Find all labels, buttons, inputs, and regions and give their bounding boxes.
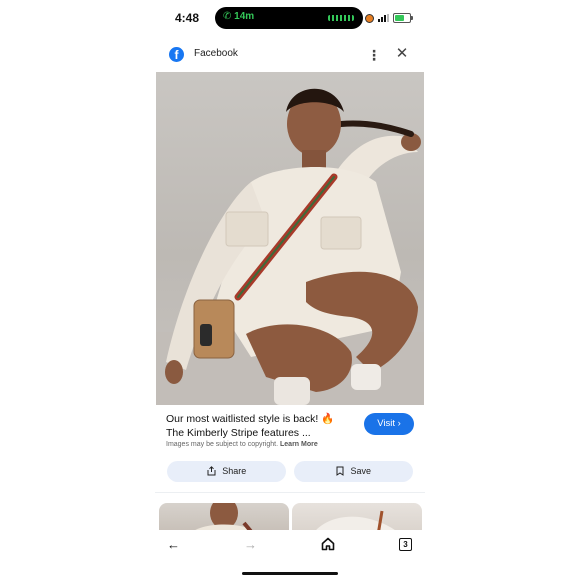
bottom-navigation: ← → 3	[155, 530, 425, 580]
copyright-note: Images may be subject to copyright. Lear…	[166, 441, 318, 448]
post-caption: Our most waitlisted style is back! 🔥 The…	[166, 412, 351, 440]
caption-line-1: Our most waitlisted style is back! 🔥	[166, 413, 335, 425]
share-button[interactable]: Share	[167, 461, 286, 482]
phone-screen: 4:48 ✆ 14m f Facebook ⋮ ✕ Our most waitl…	[155, 0, 425, 580]
caption-line-2[interactable]: The Kimberly Stripe features ...	[166, 426, 351, 440]
learn-more-link[interactable]: Learn More	[280, 441, 318, 448]
home-indicator[interactable]	[242, 572, 338, 575]
section-divider	[155, 492, 425, 493]
visit-button[interactable]: Visit ›	[364, 413, 414, 435]
call-indicator: ✆ 14m	[223, 11, 254, 22]
save-label: Save	[350, 466, 372, 476]
phone-icon: ✆	[223, 11, 232, 22]
dynamic-island[interactable]: ✆ 14m	[215, 7, 363, 29]
recording-indicator-icon	[365, 13, 374, 23]
share-label: Share	[222, 466, 247, 476]
more-vertical-icon[interactable]: ⋮	[367, 47, 381, 63]
copyright-text: Images may be subject to copyright.	[166, 441, 279, 448]
screenshot-frame: 4:48 ✆ 14m f Facebook ⋮ ✕ Our most waitl…	[0, 0, 580, 580]
app-name: Facebook	[194, 48, 238, 59]
home-icon[interactable]	[321, 537, 335, 551]
product-photo[interactable]	[156, 72, 424, 405]
facebook-logo-icon: f	[169, 47, 184, 62]
status-icons	[365, 12, 413, 24]
call-duration: 14m	[234, 11, 255, 22]
arrow-left-icon[interactable]: ←	[167, 538, 181, 552]
audio-waveform-icon	[328, 15, 354, 21]
tabs-icon[interactable]: 3	[399, 538, 412, 551]
arrow-right-icon[interactable]: →	[244, 538, 258, 552]
status-bar: 4:48 ✆ 14m	[155, 0, 425, 36]
share-icon	[207, 466, 216, 476]
battery-icon	[393, 13, 413, 23]
model-illustration	[156, 88, 424, 405]
app-header: f Facebook ⋮ ✕	[155, 40, 425, 70]
status-time: 4:48	[175, 11, 200, 25]
close-icon[interactable]: ✕	[395, 46, 409, 62]
cellular-signal-icon	[378, 14, 389, 22]
save-button[interactable]: Save	[294, 461, 413, 482]
bookmark-icon	[336, 466, 344, 476]
